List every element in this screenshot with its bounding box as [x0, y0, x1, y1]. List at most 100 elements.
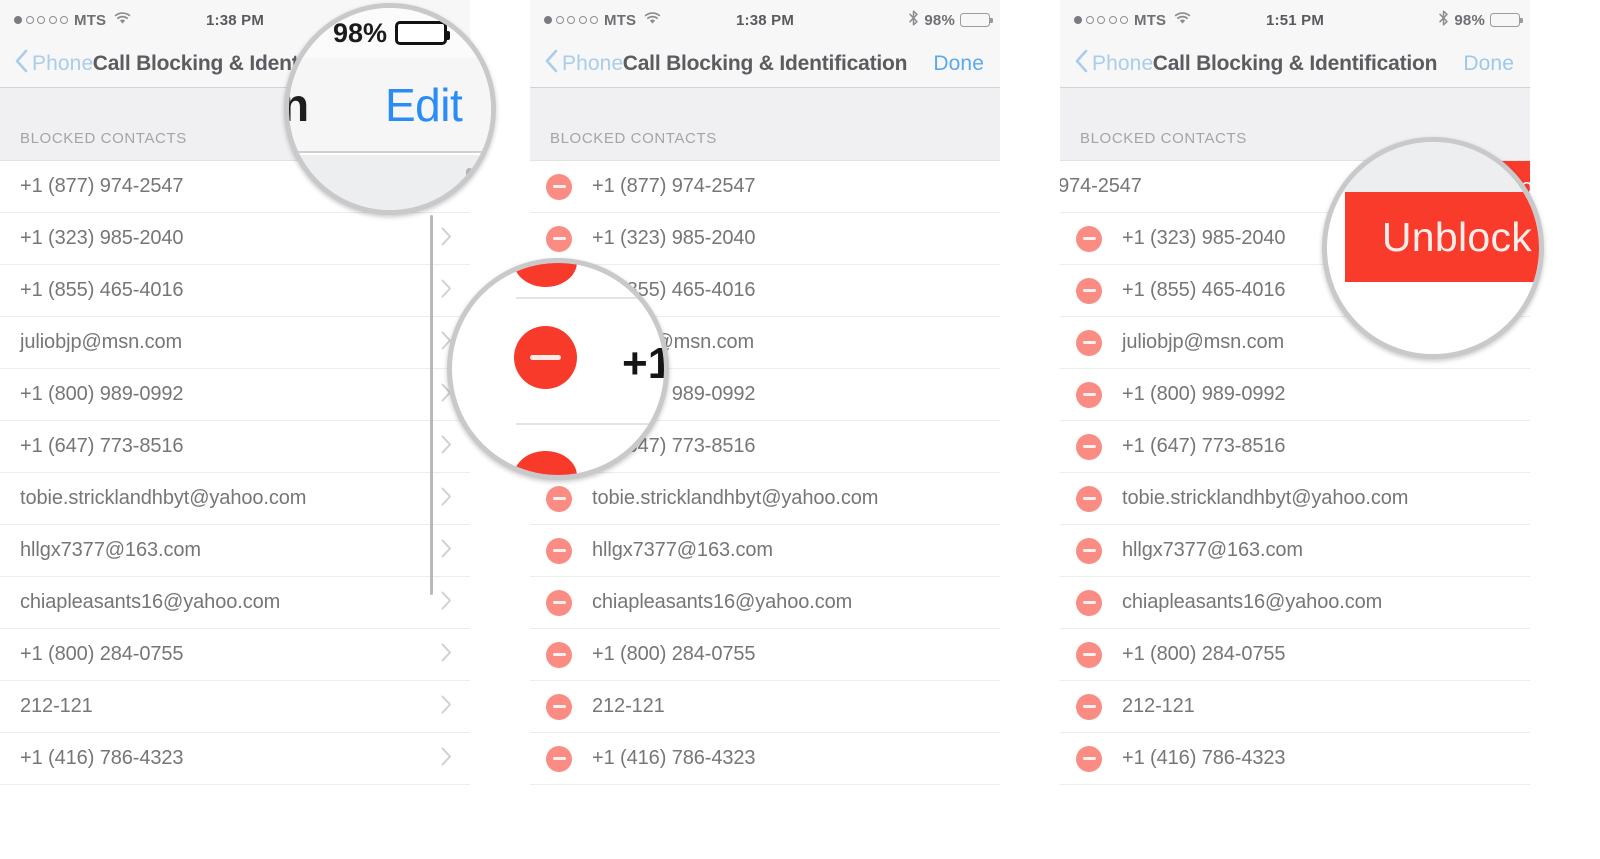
minus-circle-icon[interactable]	[546, 173, 572, 200]
table-row[interactable]: hllgx7377@163.com	[0, 525, 470, 577]
table-row[interactable]: hllgx7377@163.com	[1060, 525, 1530, 577]
page-title-fragment: n	[289, 78, 309, 132]
magnifier-delete-button: +1	[447, 258, 669, 480]
minus-circle-icon[interactable]	[546, 537, 572, 564]
minus-glyph	[552, 653, 566, 656]
minus-circle-icon[interactable]	[1076, 693, 1102, 720]
done-button[interactable]: Done	[933, 52, 984, 76]
table-row[interactable]: +1 (800) 284-0755	[1060, 629, 1530, 681]
page-title: Call Blocking & Identification	[622, 51, 908, 75]
table-row[interactable]: juliobjp@msn.com	[0, 317, 470, 369]
minus-circle-icon[interactable]	[546, 485, 572, 512]
contact-label: hllgx7377@163.com	[20, 539, 201, 561]
section-spacer	[1060, 88, 1530, 130]
minus-glyph	[530, 355, 561, 360]
scrollbar-magnified	[466, 168, 473, 210]
table-row[interactable]: +1 (647) 773-8516	[1060, 421, 1530, 473]
minus-circle-icon[interactable]	[1076, 433, 1102, 460]
contact-label: hllgx7377@163.com	[1122, 539, 1303, 561]
contact-label: +1 (416) 786-4323	[20, 747, 184, 769]
minus-circle-icon[interactable]	[546, 693, 572, 720]
table-row[interactable]: tobie.stricklandhbyt@yahoo.com	[1060, 473, 1530, 525]
table-row[interactable]: +1 (323) 985-2040	[530, 213, 1000, 265]
contact-label: tobie.stricklandhbyt@yahoo.com	[1122, 487, 1409, 509]
table-row[interactable]: hllgx7377@163.com	[530, 525, 1000, 577]
unblock-button[interactable]: Unblock	[1345, 192, 1539, 282]
minus-circle-icon[interactable]	[546, 641, 572, 668]
contact-label: +1 (647) 773-8516	[20, 435, 184, 457]
minus-circle-icon[interactable]	[1076, 589, 1102, 616]
magnified-status-bar: 98%	[289, 8, 491, 58]
contact-label: chiapleasants16@yahoo.com	[592, 591, 853, 613]
vertical-scrollbar[interactable]	[430, 215, 433, 595]
row-label-fragment: +1	[622, 339, 669, 388]
minus-circle-icon[interactable]	[1076, 485, 1102, 512]
bluetooth-icon	[908, 10, 919, 30]
table-row[interactable]: tobie.stricklandhbyt@yahoo.com	[0, 473, 470, 525]
contact-label: +1 (323) 985-2040	[1122, 227, 1286, 249]
table-row[interactable]: +1 (877) 974-2547	[530, 161, 1000, 213]
contact-label: tobie.stricklandhbyt@yahoo.com	[592, 487, 879, 509]
minus-circle-icon[interactable]	[1076, 537, 1102, 564]
table-row[interactable]: chiapleasants16@yahoo.com	[1060, 577, 1530, 629]
minus-circle-icon[interactable]	[546, 225, 572, 252]
minus-circle-icon[interactable]	[514, 326, 577, 389]
table-row[interactable]: +1 (855) 465-4016	[0, 265, 470, 317]
table-row[interactable]: +1 (800) 284-0755	[530, 629, 1000, 681]
chevron-right-icon	[441, 227, 452, 251]
minus-circle-icon[interactable]	[1076, 745, 1102, 772]
minus-glyph	[1082, 289, 1096, 292]
magnified-section-band	[289, 155, 491, 210]
done-button[interactable]: Done	[1463, 52, 1514, 76]
minus-glyph	[552, 237, 566, 240]
edit-button[interactable]: Edit	[385, 78, 463, 132]
table-row[interactable]: +1 (800) 989-0992	[1060, 369, 1530, 421]
minus-circle-icon[interactable]	[1076, 225, 1102, 252]
minus-circle-icon[interactable]	[1076, 641, 1102, 668]
minus-glyph	[1082, 601, 1096, 604]
table-row[interactable]: chiapleasants16@yahoo.com	[0, 577, 470, 629]
minus-glyph	[552, 497, 566, 500]
table-row[interactable]: +1 (800) 989-0992	[0, 369, 470, 421]
magnifier-unblock-button: Unblock	[1322, 137, 1544, 359]
contact-label: +1 (877) 974-2547	[592, 175, 756, 197]
table-row[interactable]: +1 (416) 786-4323	[1060, 733, 1530, 785]
magnifier-edit-button: 98% n Edit	[284, 3, 496, 215]
table-row[interactable]: chiapleasants16@yahoo.com	[530, 577, 1000, 629]
chevron-right-icon	[441, 539, 452, 563]
chevron-right-icon	[441, 435, 452, 459]
table-row[interactable]: +1 (416) 786-4323	[0, 733, 470, 785]
table-row[interactable]: 212-121	[0, 681, 470, 733]
table-row[interactable]: 212-121	[1060, 681, 1530, 733]
table-row[interactable]: tobie.stricklandhbyt@yahoo.com	[530, 473, 1000, 525]
minus-circle-icon[interactable]	[1076, 329, 1102, 356]
minus-circle-icon[interactable]	[546, 589, 572, 616]
contact-label: tobie.stricklandhbyt@yahoo.com	[20, 487, 307, 509]
minus-circle-icon[interactable]	[514, 263, 577, 287]
table-row[interactable]: +1 (647) 773-8516	[0, 421, 470, 473]
chevron-right-icon	[441, 643, 452, 667]
unblock-label: Unblock	[1381, 213, 1533, 260]
blocked-contacts-list: +1 (877) 974-2547 +1 (323) 985-2040 +1 (85…	[0, 161, 470, 785]
status-right: 98%	[908, 10, 993, 30]
table-row[interactable]: +1 (800) 284-0755	[0, 629, 470, 681]
contact-label: +1 (323) 985-2040	[592, 227, 756, 249]
table-row[interactable]: +1 (416) 786-4323	[530, 733, 1000, 785]
minus-circle-icon[interactable]	[546, 745, 572, 772]
table-row[interactable]: +1 (323) 985-2040	[0, 213, 470, 265]
minus-circle-icon[interactable]	[1076, 381, 1102, 408]
contact-label: +1 (800) 284-0755	[592, 643, 756, 665]
contact-label: chiapleasants16@yahoo.com	[1122, 591, 1383, 613]
chevron-right-icon	[441, 747, 452, 771]
contact-label: hllgx7377@163.com	[592, 539, 773, 561]
minus-circle-icon[interactable]	[514, 451, 577, 475]
minus-glyph	[1082, 705, 1096, 708]
status-bar: MTS 1:51 PM 98%	[1060, 0, 1530, 40]
minus-circle-icon[interactable]	[1076, 277, 1102, 304]
status-bar: MTS 1:38 PM 98%	[530, 0, 1000, 40]
minus-glyph	[552, 185, 566, 188]
minus-glyph	[1082, 497, 1096, 500]
table-row[interactable]: 212-121	[530, 681, 1000, 733]
contact-label: +1 (877) 974-2547	[20, 175, 184, 197]
contact-label: +1 (647) 773-8516	[1122, 435, 1286, 457]
